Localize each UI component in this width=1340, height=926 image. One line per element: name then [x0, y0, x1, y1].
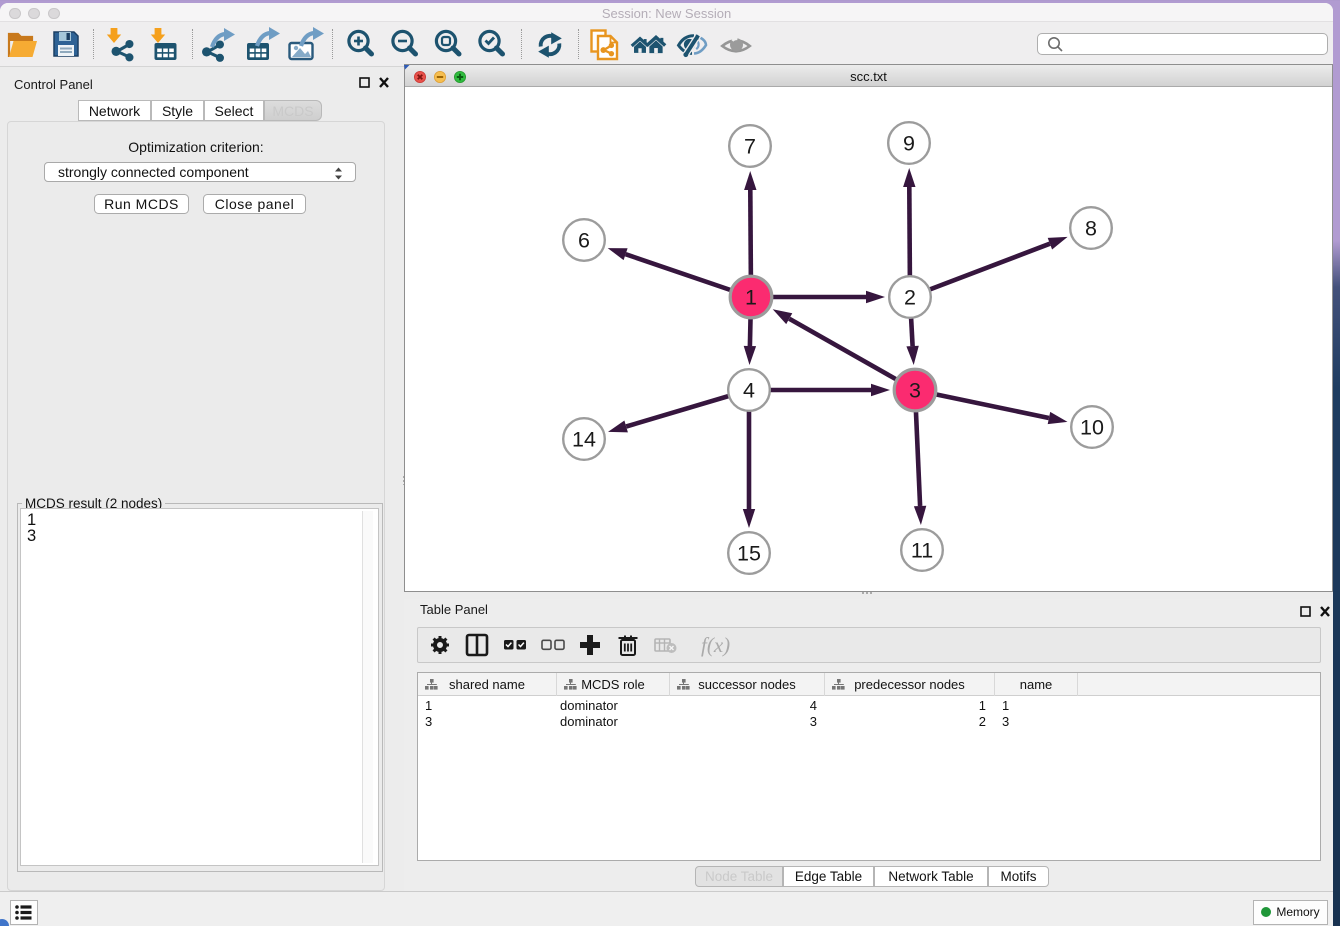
- svg-text:1: 1: [745, 286, 757, 310]
- svg-text:6: 6: [578, 229, 590, 253]
- svg-text:2: 2: [904, 286, 916, 310]
- svg-text:3: 3: [909, 379, 921, 403]
- svg-text:f(x): f(x): [701, 633, 730, 657]
- svg-text:4: 4: [743, 379, 755, 403]
- svg-text:11: 11: [911, 539, 933, 563]
- svg-text:10: 10: [1080, 416, 1104, 440]
- svg-text:15: 15: [737, 542, 761, 566]
- svg-text:9: 9: [903, 132, 915, 156]
- svg-text:7: 7: [744, 135, 756, 159]
- svg-text:8: 8: [1085, 217, 1097, 241]
- svg-text:14: 14: [572, 428, 596, 452]
